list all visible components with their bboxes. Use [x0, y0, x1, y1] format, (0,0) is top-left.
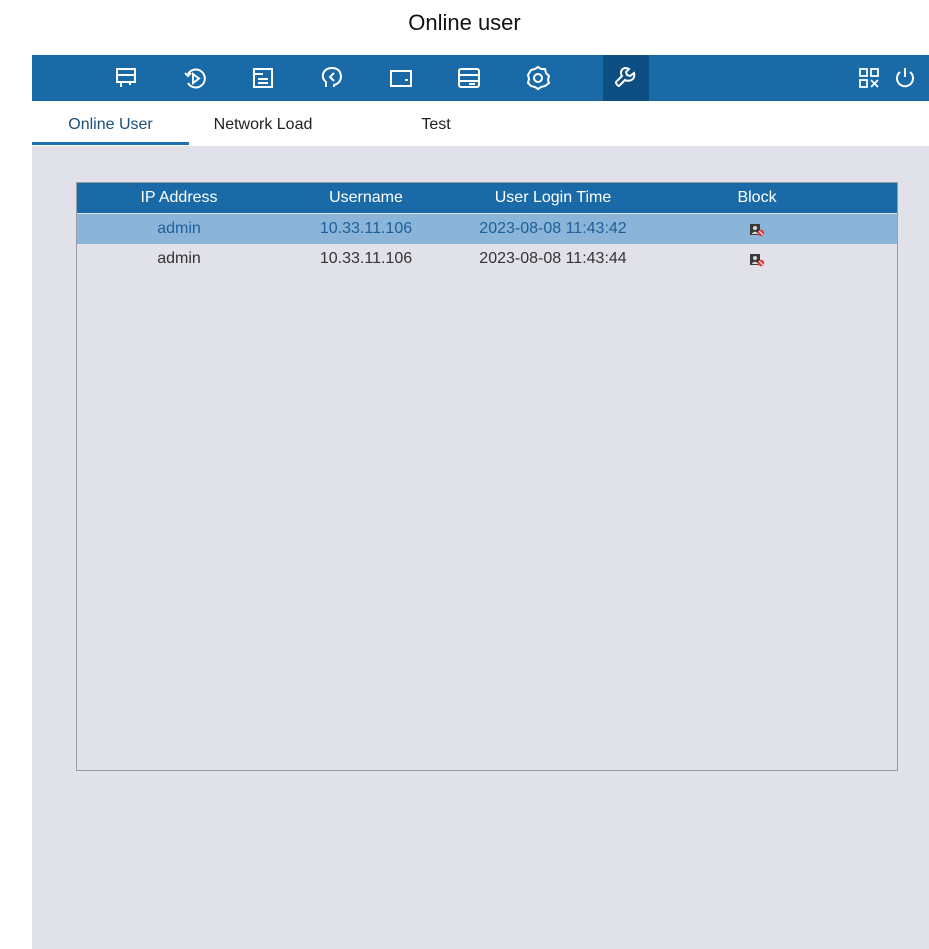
backup-icon [321, 66, 343, 87]
tab-test[interactable]: Test [396, 101, 476, 146]
tab-online-user[interactable]: Online User [32, 101, 189, 146]
top-navigation-bar [32, 55, 929, 101]
table-row[interactable]: admin 10.33.11.106 2023-08-08 11:43:42 [77, 214, 897, 244]
block-user-icon[interactable] [749, 253, 765, 267]
cell-ip-address: admin [157, 250, 201, 267]
nav-maintenance-button[interactable] [603, 55, 649, 101]
nav-live-view-button[interactable] [103, 55, 149, 101]
nav-playback-button[interactable] [172, 55, 218, 101]
nav-settings-button[interactable] [515, 55, 561, 101]
cell-username: 10.33.11.106 [319, 220, 413, 237]
tab-network-load[interactable]: Network Load [198, 101, 328, 146]
column-header-block: Block [737, 189, 777, 206]
cell-login-time: 2023-08-08 11:43:44 [479, 250, 627, 267]
online-user-table: IP Address Username User Login Time Bloc… [76, 182, 898, 771]
settings-icon [526, 65, 551, 91]
cell-block [655, 214, 859, 244]
nav-device-button[interactable] [378, 55, 424, 101]
qr-code-icon [859, 68, 879, 88]
nav-file-button[interactable] [240, 55, 286, 101]
power-icon [896, 68, 914, 88]
file-icon [253, 68, 273, 88]
block-user-icon[interactable] [749, 223, 765, 237]
cell-block [655, 244, 859, 274]
column-header-ip-address: IP Address [140, 189, 218, 206]
page-caption: Online user [408, 10, 521, 35]
cell-username: 10.33.11.106 [319, 250, 413, 267]
table-row[interactable]: admin 10.33.11.106 2023-08-08 11:43:44 [77, 244, 897, 274]
monitor-icon [116, 68, 136, 87]
nav-power-button[interactable] [882, 55, 928, 101]
nav-storage-button[interactable] [446, 55, 492, 101]
cell-ip-address: admin [157, 220, 201, 237]
storage-icon [458, 68, 480, 88]
active-tab-indicator [32, 142, 189, 145]
table-header: IP Address Username User Login Time Bloc… [77, 183, 897, 213]
device-icon [390, 70, 412, 87]
cell-login-time: 2023-08-08 11:43:42 [479, 220, 627, 237]
column-header-login-time: User Login Time [494, 189, 612, 206]
tab-bar: Online User Network Load Test [32, 101, 929, 146]
nav-backup-button[interactable] [309, 55, 355, 101]
column-header-username: Username [329, 189, 403, 206]
playback-icon [184, 68, 206, 89]
maintenance-icon [614, 66, 636, 88]
